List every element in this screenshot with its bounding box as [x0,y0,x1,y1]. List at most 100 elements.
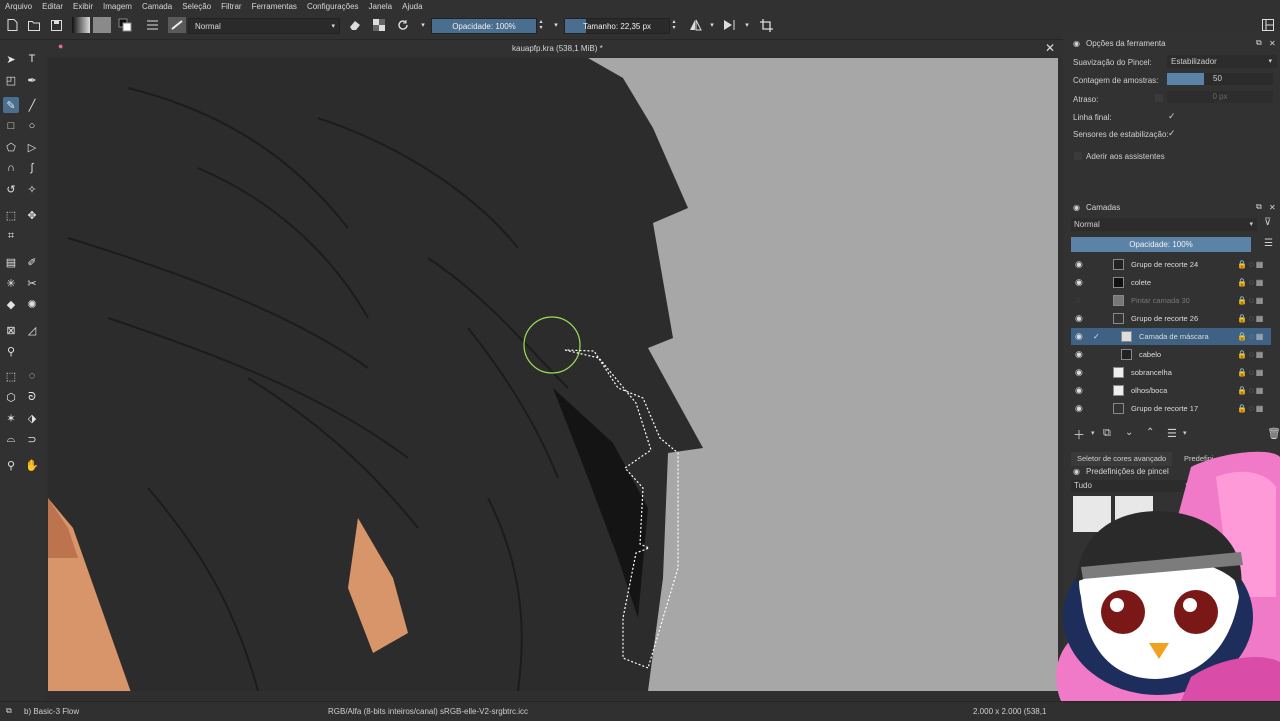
alpha-lock-icon[interactable] [372,18,386,32]
chevron-down-icon[interactable]: ▾ [1183,429,1187,437]
menu-camada[interactable]: Camada [137,2,177,11]
open-icon[interactable] [27,18,41,32]
layer-lock-icons[interactable]: 🔒◌▦ [1237,314,1271,323]
layer-row[interactable]: ◉ sobrancelha 🔒◌▦ [1071,364,1271,381]
ellipse-tool-icon[interactable]: ○ [24,118,40,134]
measure-tool-icon[interactable]: ◿ [24,322,40,338]
document-tab[interactable]: ● kauapfp.kra (538,1 MiB) * ✕ [46,40,1062,56]
eye-icon[interactable]: ◉ [1075,260,1084,269]
fill-tool-icon[interactable]: ◆ [3,296,19,312]
layer-lock-icons[interactable]: 🔒◌▦ [1237,296,1271,305]
add-layer-icon[interactable]: ＋ [1073,426,1085,443]
move-up-icon[interactable]: ⌃ [1146,427,1154,438]
text-tool-icon[interactable]: T [24,51,40,67]
collapse-icon[interactable]: ◉ [1073,39,1080,48]
close-icon[interactable]: ✕ [1269,203,1276,212]
crop-tool-icon[interactable]: ⌗ [3,228,19,244]
rectangle-tool-icon[interactable]: □ [3,118,19,134]
dynamic-brush-icon[interactable]: ↺ [3,181,19,197]
menu-filtrar[interactable]: Filtrar [216,2,246,11]
similar-select-icon[interactable]: ⬗ [24,410,40,426]
layer-lock-icons[interactable]: 🔒◌▦ [1237,404,1271,413]
magnetic-select-icon[interactable]: ⊃ [24,431,40,447]
line-tool-icon[interactable]: ╱ [24,97,40,113]
layer-row-selected[interactable]: ◉ ✓ Camada de máscara 🔒◌▦ [1071,328,1271,345]
eye-hidden-icon[interactable]: ◌ [1075,296,1084,305]
eye-icon[interactable]: ◉ [1075,350,1084,359]
stabilize-sensors-checkbox[interactable]: ✓ [1168,128,1176,139]
freehand-path-icon[interactable]: ∫ [24,160,40,176]
pattern-swatch-icon[interactable] [93,17,111,33]
save-icon[interactable] [49,18,63,32]
layer-lock-icons[interactable]: 🔒◌▦ [1237,332,1271,341]
select-shapes-icon[interactable]: ➤ [3,51,19,67]
gradient-swatch-icon[interactable] [72,17,90,33]
close-icon[interactable]: ✕ [1269,39,1276,48]
smoothing-select[interactable]: Estabilizador ▾ [1167,55,1277,68]
mirror-horizontal-icon[interactable] [688,18,702,32]
layer-lock-icons[interactable]: 🔒◌▦ [1237,278,1271,287]
menu-exibir[interactable]: Exibir [68,2,98,11]
workspace-icon[interactable] [1261,18,1275,32]
eye-icon[interactable]: ◉ [1075,314,1084,323]
menu-imagem[interactable]: Imagem [98,2,137,11]
menu-ferramentas[interactable]: Ferramentas [247,2,302,11]
menu-arquivo[interactable]: Arquivo [0,2,37,11]
multibrush-icon[interactable]: ✧ [24,181,40,197]
close-icon[interactable]: ✕ [1045,41,1055,55]
sample-count-slider[interactable]: 50 [1167,73,1273,85]
layer-row[interactable]: ◉ Grupo de recorte 24 🔒◌▦ [1071,256,1271,273]
brush-settings-icon[interactable] [145,18,159,32]
reference-tool-icon[interactable]: ⚲ [3,343,19,359]
color-swap-icon[interactable] [118,18,132,32]
gradient-tool-icon[interactable]: ▤ [3,254,19,270]
chevron-down-icon[interactable]: ▾ [740,18,754,32]
eye-icon[interactable]: ◉ [1075,278,1084,287]
layer-lock-icons[interactable]: 🔒◌▦ [1237,368,1271,377]
layer-row[interactable]: ◉ cabelo 🔒◌▦ [1071,346,1271,363]
eye-icon[interactable]: ◉ [1075,386,1084,395]
opacity-slider[interactable]: Opacidade: 100% [431,18,537,34]
rect-select-icon[interactable]: ⬚ [3,368,19,384]
brush-preset-icon[interactable] [168,17,186,33]
menu-editar[interactable]: Editar [37,2,68,11]
pan-tool-icon[interactable]: ✋ [24,457,40,473]
collapse-icon[interactable]: ◉ [1073,203,1080,212]
eye-icon[interactable]: ◉ [1075,368,1084,377]
layer-properties-icon[interactable]: ☰ [1167,427,1177,440]
layer-lock-icons[interactable]: 🔒◌▦ [1237,260,1271,269]
move-tool-icon[interactable]: ✥ [24,207,40,223]
menu-selecao[interactable]: Seleção [177,2,216,11]
colorize-mask-icon[interactable]: ✳ [3,275,19,291]
bezier-select-icon[interactable]: ⌓ [3,431,19,447]
float-icon[interactable]: ⧉ [1256,38,1262,48]
duplicate-layer-icon[interactable]: ⧉ [1103,427,1111,440]
layer-row[interactable]: ◉ colete 🔒◌▦ [1071,274,1271,291]
freehand-select-icon[interactable]: ᘐ [24,389,40,405]
menu-janela[interactable]: Janela [364,2,398,11]
reload-icon[interactable] [396,18,410,32]
spin-arrows-icon[interactable]: ▴ ▾ [670,18,678,32]
polyline-tool-icon[interactable]: ▷ [24,139,40,155]
canvas[interactable] [48,58,1058,691]
new-document-icon[interactable] [5,18,19,32]
layer-lock-icons[interactable]: 🔒◌▦ [1237,350,1271,359]
transform-tool-icon[interactable]: ⬚ [3,207,19,223]
layer-lock-icons[interactable]: 🔒◌▦ [1237,386,1271,395]
delay-checkbox[interactable] [1155,94,1163,102]
blend-mode-select[interactable]: Normal ▾ [188,18,340,34]
eye-icon[interactable]: ◉ [1075,404,1084,413]
enclose-fill-icon[interactable]: ✺ [24,296,40,312]
size-slider[interactable]: Tamanho: 22,35 px [564,18,670,34]
ellipse-select-icon[interactable]: ◌ [24,368,40,384]
mirror-vertical-icon[interactable] [723,18,737,32]
layer-blend-select[interactable]: Normal ▾ [1071,218,1257,231]
move-down-icon[interactable]: ⌄ [1125,427,1133,438]
smart-patch-icon[interactable]: ✂ [24,275,40,291]
menu-configuracoes[interactable]: Configurações [302,2,364,11]
layer-row[interactable]: ◌ Pintar camada 30 🔒◌▦ [1071,292,1271,309]
eye-icon[interactable]: ◉ [1075,332,1084,341]
layer-row[interactable]: ◉ olhos/boca 🔒◌▦ [1071,382,1271,399]
eraser-icon[interactable] [348,18,362,32]
chevron-down-icon[interactable]: ▾ [549,18,563,32]
